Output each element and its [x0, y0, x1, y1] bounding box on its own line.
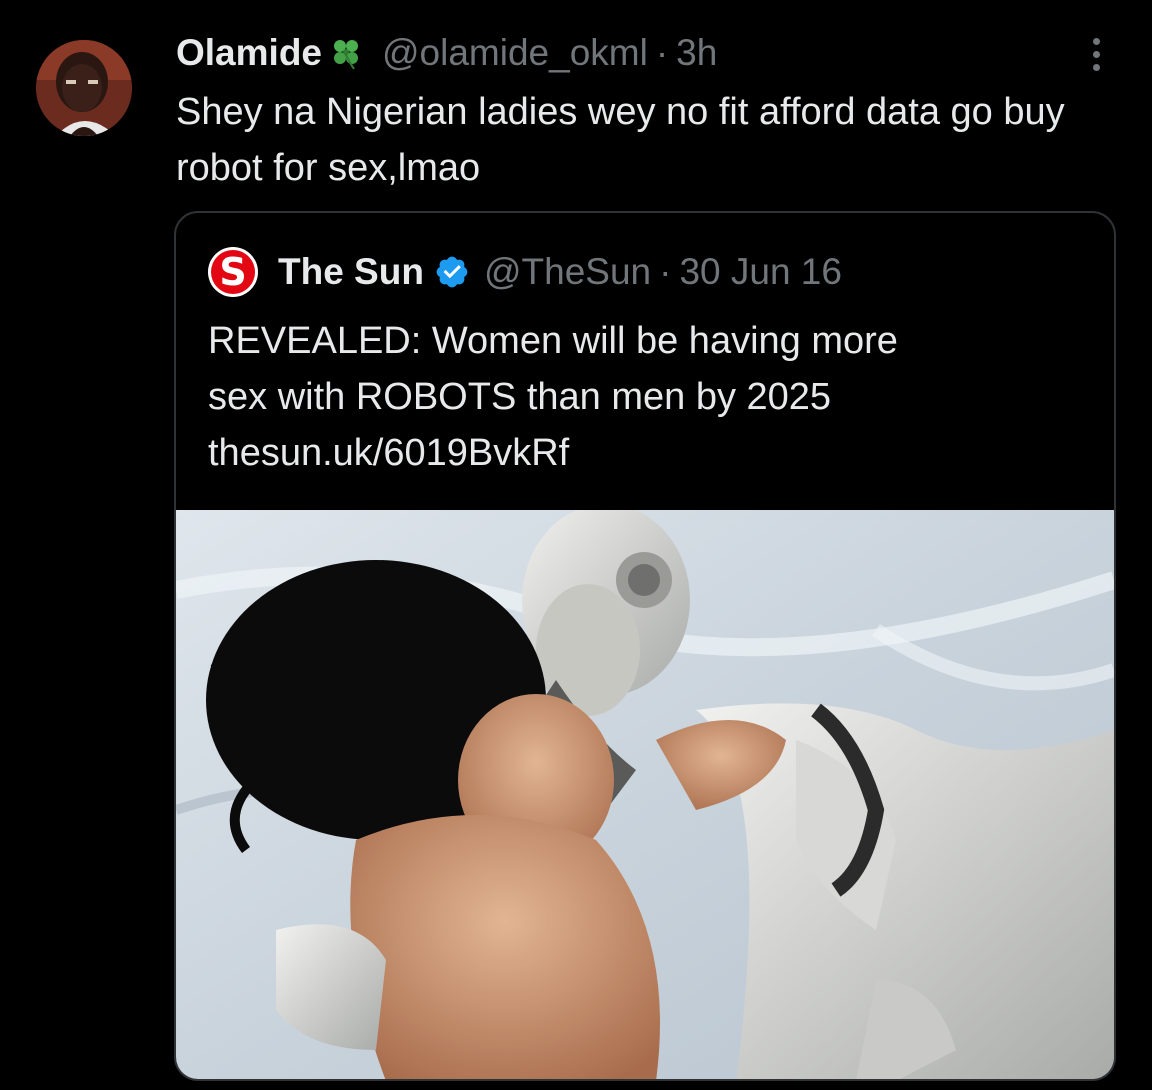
verified-badge-icon: [436, 256, 468, 288]
quoted-tweet[interactable]: S The Sun @TheSun · 30 Jun 16 REVEALED: …: [174, 211, 1116, 1081]
quoted-tweet-text: REVEALED: Women will be having more sex …: [208, 313, 1088, 481]
more-vertical-icon[interactable]: [1086, 38, 1106, 78]
quoted-tweet-header: S The Sun @TheSun · 30 Jun 16: [208, 245, 842, 299]
quoted-display-name[interactable]: The Sun: [278, 251, 424, 293]
avatar[interactable]: [36, 40, 132, 136]
quoted-tweet-image[interactable]: [176, 510, 1114, 1079]
tweet[interactable]: Olamide @olamide_okml · 3h Shey na Niger…: [0, 0, 1152, 1090]
the-sun-logo-letter: S: [211, 250, 255, 294]
quoted-text-line: sex with ROBOTS than men by 2025: [208, 376, 832, 418]
timestamp[interactable]: 3h: [676, 32, 717, 74]
handle[interactable]: @olamide_okml: [382, 32, 648, 74]
quoted-date[interactable]: 30 Jun 16: [679, 251, 842, 293]
tweet-header: Olamide @olamide_okml · 3h: [176, 28, 717, 78]
quoted-text-line: REVEALED: Women will be having more: [208, 320, 898, 362]
tweet-text: Shey na Nigerian ladies wey no fit affor…: [176, 91, 1065, 189]
separator-dot: ·: [655, 32, 669, 73]
quoted-handle[interactable]: @TheSun: [484, 251, 651, 293]
quoted-separator-dot: ·: [659, 251, 672, 292]
quoted-link[interactable]: thesun.uk/6019BvkRf: [208, 425, 1088, 481]
the-sun-logo[interactable]: S: [208, 247, 258, 297]
four-leaf-clover-icon: [334, 40, 358, 70]
display-name[interactable]: Olamide: [176, 32, 322, 74]
